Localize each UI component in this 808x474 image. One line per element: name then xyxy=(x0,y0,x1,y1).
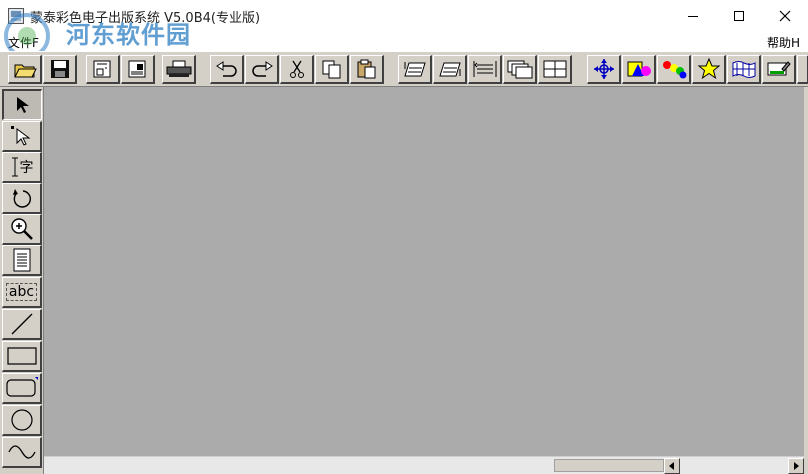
ellipse-icon xyxy=(10,409,33,431)
shapes-button[interactable] xyxy=(622,55,656,84)
rotate-tool[interactable] xyxy=(2,183,42,214)
scroll-right-button[interactable] xyxy=(788,458,804,474)
ellipse-tool[interactable] xyxy=(2,405,42,436)
maximize-icon xyxy=(734,10,744,21)
print-setup-button[interactable] xyxy=(121,55,155,84)
preview-icon xyxy=(93,60,110,78)
arrow-icon xyxy=(16,97,29,113)
node-arrow-icon xyxy=(10,126,30,146)
print-setup-icon xyxy=(128,60,145,78)
open-button[interactable] xyxy=(8,55,42,84)
textbox-tool-label: abc xyxy=(5,283,38,301)
arrow-right-icon xyxy=(794,462,799,470)
image-edit-icon xyxy=(767,61,791,76)
minimize-button[interactable] xyxy=(670,0,716,31)
save-icon xyxy=(50,60,69,78)
shapes-color-icon xyxy=(627,61,651,77)
text-tool[interactable]: 字 xyxy=(2,152,42,183)
move-crosshair-icon xyxy=(593,59,614,79)
window-title: 蒙泰彩色电子出版系统 V5.0B4(专业版) xyxy=(30,11,261,26)
zoom-tool[interactable] xyxy=(2,214,42,245)
undo-button[interactable] xyxy=(210,55,244,84)
open-folder-icon xyxy=(13,64,37,78)
title-bar: 蒙泰彩色电子出版系统 V5.0B4(专业版) xyxy=(0,0,808,31)
redo-button[interactable] xyxy=(245,55,279,84)
rectangle-icon xyxy=(6,347,37,365)
horizontal-scrollbar[interactable] xyxy=(44,456,804,474)
rounded-rect-tool[interactable] xyxy=(2,373,42,404)
star-icon xyxy=(697,58,720,80)
move-button[interactable] xyxy=(587,55,621,84)
cut-button[interactable] xyxy=(280,55,314,84)
texture-button[interactable] xyxy=(727,55,761,84)
zoom-icon xyxy=(10,218,33,240)
palette-icon xyxy=(662,61,686,79)
copy-button[interactable] xyxy=(315,55,349,84)
menu-bar: 文件F 帮助H xyxy=(0,31,808,51)
cut-icon xyxy=(289,60,304,78)
paste-icon xyxy=(357,59,375,79)
image-edit-button[interactable] xyxy=(762,55,796,84)
align-icon xyxy=(473,61,496,77)
close-icon xyxy=(779,10,791,21)
page-tool[interactable] xyxy=(2,245,42,276)
bring-forward-icon xyxy=(403,62,426,77)
send-backward-button[interactable] xyxy=(433,55,467,84)
copy-icon xyxy=(322,60,340,79)
arrow-left-icon xyxy=(669,462,674,470)
maximize-button[interactable] xyxy=(716,0,762,31)
right-border xyxy=(804,87,808,474)
more-tools-button[interactable] xyxy=(797,55,808,84)
group-button[interactable] xyxy=(503,55,537,84)
page-icon xyxy=(13,248,30,272)
minimize-icon xyxy=(688,15,698,17)
app-icon[interactable] xyxy=(8,8,24,24)
line-icon xyxy=(11,313,32,335)
save-button[interactable] xyxy=(43,55,77,84)
rectangle-tool[interactable] xyxy=(2,341,42,372)
close-button[interactable] xyxy=(762,0,808,31)
redo-icon xyxy=(251,61,273,77)
paste-button[interactable] xyxy=(350,55,384,84)
ungroup-button[interactable] xyxy=(538,55,572,84)
preview-button[interactable] xyxy=(86,55,120,84)
menu-help[interactable]: 帮助H xyxy=(767,34,800,51)
curve-tool[interactable] xyxy=(2,437,42,468)
group-icon xyxy=(507,60,532,79)
palette-button[interactable] xyxy=(657,55,691,84)
text-tool-label: 字 xyxy=(19,160,34,176)
ungroup-icon xyxy=(543,60,566,78)
node-select-tool[interactable] xyxy=(2,121,42,152)
star-button[interactable] xyxy=(692,55,726,84)
rotate-icon xyxy=(12,189,31,208)
menu-file[interactable]: 文件F xyxy=(8,34,39,51)
undo-icon xyxy=(215,61,237,77)
print-button[interactable] xyxy=(162,55,196,84)
workspace-canvas[interactable] xyxy=(44,87,804,456)
rounded-rect-icon xyxy=(5,377,38,397)
bring-forward-button[interactable] xyxy=(398,55,432,84)
line-tool[interactable] xyxy=(2,309,42,340)
print-icon xyxy=(166,60,191,77)
scrollbar-thumb[interactable] xyxy=(554,459,664,472)
select-tool[interactable] xyxy=(2,89,42,120)
text-cursor-icon xyxy=(11,157,18,177)
textbox-tool[interactable]: abc xyxy=(2,277,42,308)
align-button[interactable] xyxy=(468,55,502,84)
scroll-left-button[interactable] xyxy=(664,458,680,474)
texture-icon xyxy=(732,61,755,78)
left-toolbox: 字 abc xyxy=(0,87,44,474)
send-backward-icon xyxy=(438,62,461,77)
main-toolbar xyxy=(0,51,808,87)
curve-icon xyxy=(7,445,36,459)
